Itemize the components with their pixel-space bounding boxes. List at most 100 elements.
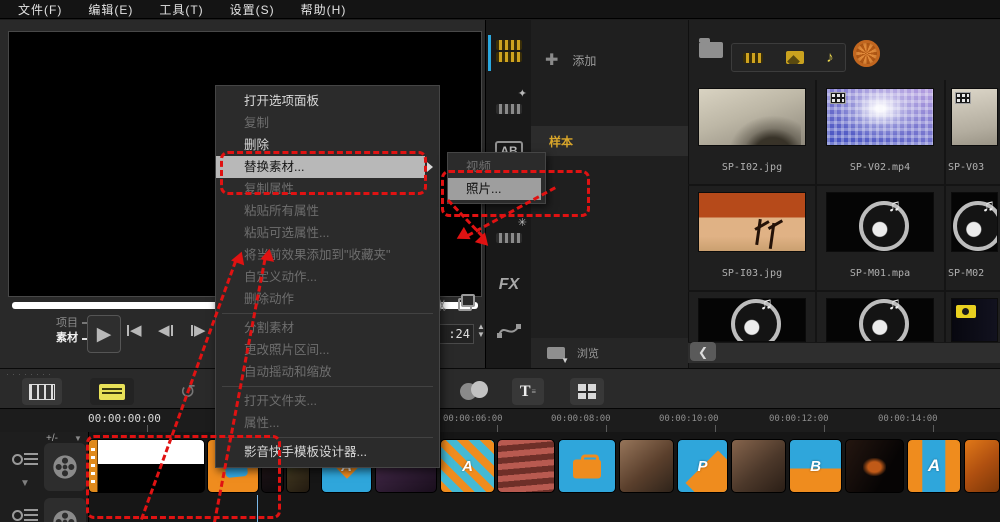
music-note-icon: ♫	[760, 298, 773, 313]
timeline-ruler[interactable]: 00:00:00:00 00:00:06:00 00:00:08:00 00:00:…	[0, 408, 1000, 434]
track-expand-caret-icon[interactable]: ▼	[20, 478, 30, 489]
track-toggle-caret-icon[interactable]: ▼	[74, 434, 82, 443]
motion-path-icon[interactable]	[494, 315, 524, 345]
collapse-chevron-icon[interactable]: ❮	[690, 342, 716, 361]
timeline-view-button[interactable]	[90, 378, 134, 405]
menu-separator	[222, 313, 433, 314]
spinner-down-icon[interactable]: ▼	[477, 331, 485, 339]
library-thumb-SP-V03[interactable]	[950, 88, 998, 146]
library-thumb-clip-badge[interactable]	[950, 298, 998, 342]
timeline-clip-bTrans[interactable]: B	[789, 439, 842, 493]
timeline-clip-diamondA[interactable]: A	[440, 439, 495, 493]
timeline-clip-pFold[interactable]: P	[677, 439, 728, 493]
library-thumb-SP-M01.mpa[interactable]: ♫	[826, 192, 934, 252]
context-menu: 打开选项面板 复制 删除 替换素材... 复制属性 粘贴所有属性 粘贴可选属性... 将当前效…	[215, 85, 440, 468]
music-note-icon: ♫	[982, 196, 995, 215]
camera-badge-icon	[955, 305, 976, 318]
media-library-icon[interactable]	[494, 36, 524, 66]
library-thumb-SP-I03.jpg[interactable]	[698, 192, 806, 252]
video-track-icon[interactable]	[44, 443, 86, 491]
track-ripple-icon[interactable]	[12, 508, 38, 522]
library-thumb-SP-V02.mp4[interactable]	[826, 88, 934, 146]
menubar: 文件(F) 编辑(E) 工具(T) 设置(S) 帮助(H)	[0, 0, 1000, 19]
menu-item-1[interactable]: 复制	[216, 112, 439, 134]
subtitle-editor-button[interactable]: T ≡	[512, 378, 544, 405]
menubar-item-2[interactable]: 工具(T)	[159, 1, 203, 18]
library-thumb-SP-I02.jpg[interactable]	[698, 88, 806, 146]
graphics-icon[interactable]: ✳	[494, 217, 527, 253]
home-button[interactable]: ◀	[126, 323, 142, 338]
library-scroll-strip[interactable]	[688, 342, 1000, 363]
replace-clip-submenu: 视频 照片...	[447, 152, 546, 204]
next-frame-button[interactable]: ▶	[190, 323, 206, 338]
timeline-clip-crowd[interactable]	[731, 439, 786, 493]
menu-item-6[interactable]: 粘贴可选属性...	[216, 222, 439, 244]
menu-item-4[interactable]: 复制属性	[216, 178, 439, 200]
clip-letter: B	[810, 457, 821, 475]
menu-item-12[interactable]: 自动摇动和缩放	[216, 361, 439, 383]
menu-item-14[interactable]: 属性...	[216, 412, 439, 434]
submenu-item-1[interactable]: 照片...	[448, 178, 541, 200]
video-filter-icon[interactable]	[743, 52, 764, 63]
timecode-spinner[interactable]: ▲ ▼	[477, 323, 485, 339]
storyboard-view-button[interactable]	[22, 378, 62, 405]
clip-letter: A	[927, 456, 941, 475]
overlay-track-icon[interactable]	[44, 498, 86, 522]
menubar-item-1[interactable]: 编辑(E)	[88, 1, 133, 18]
menu-item-15[interactable]: 影音快手模板设计器...	[216, 441, 439, 463]
category-samples[interactable]: 样本	[531, 126, 688, 156]
menu-item-8[interactable]: 自定义动作...	[216, 266, 439, 288]
timeline-clip-meatRows[interactable]	[497, 439, 555, 493]
library-panel: ✚ 添加 样本 ♪ SP-I02.jpg SP-V02.mp4 SP-V03 SP-I…	[531, 20, 1000, 368]
menu-item-13[interactable]: 打开文件夹...	[216, 390, 439, 412]
menu-separator	[222, 437, 433, 438]
timeline-clip-personOrange[interactable]	[964, 439, 1000, 493]
ruler-tick	[824, 425, 825, 432]
thumbnail-grid: SP-I02.jpg SP-V02.mp4 SP-V03 SP-I03.jpg ♫ SP-…	[688, 80, 1000, 342]
menu-item-0[interactable]: 打开选项面板	[216, 90, 439, 112]
filter-fx-icon[interactable]: FX	[494, 270, 524, 300]
menubar-item-3[interactable]: 设置(S)	[230, 1, 275, 18]
undo-icon[interactable]: ↺	[180, 381, 196, 404]
menu-item-2[interactable]: 删除	[216, 134, 439, 156]
menu-item-10[interactable]: 分割素材	[216, 317, 439, 339]
vinyl-disc-icon	[859, 201, 909, 251]
menu-separator	[222, 386, 433, 387]
timeline-clip-cooking[interactable]	[619, 439, 674, 493]
menu-item-3[interactable]: 替换素材...	[216, 156, 433, 178]
folder-icon[interactable]	[699, 38, 723, 58]
timeline-tracks: +/- ▼ ▼ AAAPBA	[0, 432, 1000, 522]
photo-filter-icon[interactable]	[785, 51, 804, 64]
play-button[interactable]: ▶	[87, 315, 121, 353]
timeline-clip-blank[interactable]	[88, 439, 205, 493]
sound-mixer-icon[interactable]	[460, 381, 496, 401]
ruler-label-1: 00:00:08:00	[551, 414, 611, 424]
menu-item-11[interactable]: 更改照片区间...	[216, 339, 439, 361]
timeline-clip-foodDark2[interactable]	[845, 439, 904, 493]
track-ripple-icon[interactable]	[12, 452, 38, 466]
audio-filter-icon[interactable]: ♪	[826, 50, 834, 65]
ruler-label-3: 00:00:12:00	[769, 414, 829, 424]
timeline-clip-suitcase[interactable]	[558, 439, 616, 493]
menu-item-7[interactable]: 将当前效果添加到"收藏夹"	[216, 244, 439, 266]
submenu-item-0[interactable]: 视频	[448, 156, 545, 178]
playhead-line	[257, 495, 258, 522]
clip-mode-label[interactable]: 素材	[44, 331, 78, 346]
library-thumb-audio-vinyl[interactable]: ♫	[698, 298, 806, 342]
menu-item-5[interactable]: 粘贴所有属性	[216, 200, 439, 222]
browse-bar[interactable]: 浏览	[531, 338, 688, 368]
library-thumb-audio-vinyl[interactable]: ♫	[826, 298, 934, 342]
prev-frame-button[interactable]: ◀	[158, 323, 174, 338]
ruler-tick	[715, 425, 716, 432]
split-screen-template-button[interactable]	[570, 378, 604, 405]
transition-icon[interactable]: ✦	[494, 88, 527, 124]
menubar-item-0[interactable]: 文件(F)	[18, 1, 62, 18]
project-mode-label[interactable]: 项目	[44, 316, 78, 331]
timeline-clip-transA2[interactable]: A	[907, 439, 961, 493]
add-button[interactable]: ✚ 添加	[545, 50, 596, 70]
library-thumb-SP-M02[interactable]: ♫	[950, 192, 998, 252]
menubar-item-4[interactable]: 帮助(H)	[301, 1, 347, 18]
menu-item-9[interactable]: 删除动作	[216, 288, 439, 310]
ruler-tick	[933, 425, 934, 432]
speed-wheel-icon[interactable]	[853, 40, 880, 67]
